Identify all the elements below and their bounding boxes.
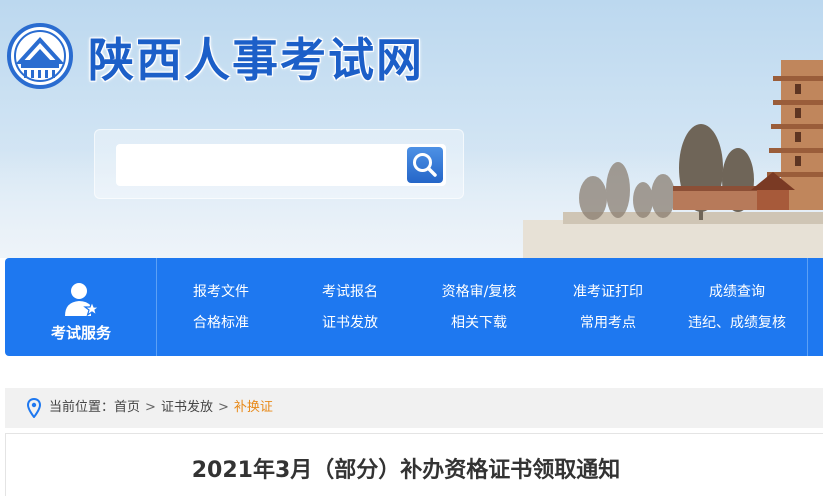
breadcrumb: 当前位置：首页 > 证书发放 > 补换证 — [5, 388, 823, 428]
nav-link-exam-sites[interactable]: 常用考点 — [544, 314, 672, 332]
search-input[interactable] — [116, 144, 446, 186]
pagoda-scenery-image — [523, 60, 823, 258]
exam-service-label: 考试服务 — [50, 324, 111, 342]
nav-link-certificate[interactable]: 证书发放 — [286, 314, 414, 332]
breadcrumb-separator: > — [217, 400, 229, 415]
nav-link-pass-standard[interactable]: 合格标准 — [157, 314, 285, 332]
nav-link-downloads[interactable]: 相关下载 — [415, 314, 543, 332]
header-banner: 陕西人事考试网 — [0, 0, 823, 258]
breadcrumb-home[interactable]: 首页 — [114, 400, 140, 415]
nav-link-apply-docs[interactable]: 报考文件 — [157, 283, 285, 301]
page: 陕西人事考试网 考试服务 报考文件 考试报名 资格审/复核 准考证打印 成绩查询… — [0, 0, 823, 496]
nav-links: 报考文件 考试报名 资格审/复核 准考证打印 成绩查询 合格标准 证书发放 相关… — [157, 258, 823, 356]
breadcrumb-current[interactable]: 补换证 — [234, 400, 273, 415]
nav-link-qualification[interactable]: 资格审/复核 — [415, 283, 543, 301]
breadcrumb-separator: > — [145, 400, 156, 415]
search-icon — [413, 153, 437, 177]
breadcrumb-label: 当前位置： — [49, 400, 115, 415]
article-title: 2021年3月（部分）补办资格证书领取通知 — [191, 458, 621, 483]
nav-link-score-query[interactable]: 成绩查询 — [673, 283, 801, 301]
search-button[interactable] — [407, 147, 443, 183]
site-title[interactable]: 陕西人事考试网 — [88, 30, 424, 90]
pagoda-emblem-icon — [7, 23, 73, 89]
breadcrumb-certificate[interactable]: 证书发放 — [161, 400, 213, 415]
location-pin-icon — [27, 398, 41, 418]
exam-service-block[interactable]: 考试服务 — [5, 258, 157, 356]
search-box — [94, 129, 464, 199]
user-star-icon — [65, 283, 101, 317]
nav-link-violation-review[interactable]: 违纪、成绩复核 — [673, 314, 801, 332]
nav-link-registration[interactable]: 考试报名 — [286, 283, 414, 301]
main-nav: 考试服务 报考文件 考试报名 资格审/复核 准考证打印 成绩查询 合格标准 证书… — [5, 258, 823, 356]
article-container: 2021年3月（部分）补办资格证书领取通知 — [5, 433, 823, 496]
nav-link-admission-print[interactable]: 准考证打印 — [544, 283, 672, 301]
